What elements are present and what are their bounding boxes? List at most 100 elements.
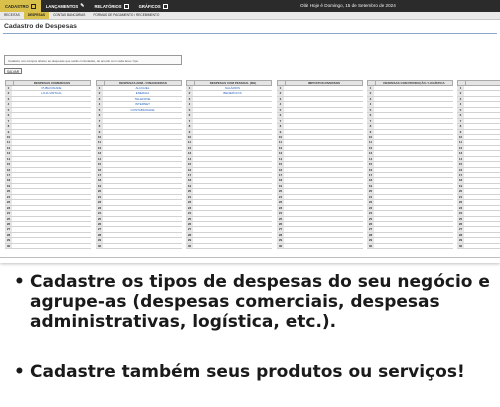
expense-cell[interactable] [464, 195, 500, 199]
expense-cell[interactable] [103, 206, 182, 210]
expense-cell[interactable]: BENEFÍCIOS [193, 91, 272, 95]
expense-cell[interactable]: LOJA VIRTUAL [12, 91, 91, 95]
expense-cell[interactable]: SALÁRIOS [193, 86, 272, 90]
menu-graficos[interactable]: GRÁFICOS [134, 0, 173, 12]
expense-cell[interactable] [193, 189, 272, 193]
expense-cell[interactable] [464, 233, 500, 237]
expense-cell[interactable] [12, 146, 91, 150]
expense-cell[interactable] [284, 217, 363, 221]
expense-cell[interactable] [374, 211, 453, 215]
expense-cell[interactable] [193, 162, 272, 166]
expense-cell[interactable] [374, 206, 453, 210]
expense-cell[interactable] [193, 135, 272, 139]
expense-cell[interactable] [464, 140, 500, 144]
expense-cell[interactable] [464, 238, 500, 242]
expense-cell[interactable] [12, 108, 91, 112]
expense-cell[interactable] [374, 102, 453, 106]
expense-cell[interactable] [12, 113, 91, 117]
expense-cell[interactable]: ENERGIA [103, 91, 182, 95]
expense-cell[interactable] [374, 233, 453, 237]
expense-cell[interactable] [12, 233, 91, 237]
expense-cell[interactable] [374, 97, 453, 101]
expense-cell[interactable] [12, 140, 91, 144]
expense-cell[interactable] [284, 200, 363, 204]
tab-contas-bancarias[interactable]: CONTAS BANCÁRIAS [49, 12, 89, 19]
expense-cell[interactable] [193, 157, 272, 161]
expense-cell[interactable] [12, 195, 91, 199]
expense-cell[interactable]: PUBLICIDADE [12, 86, 91, 90]
expense-cell[interactable] [193, 222, 272, 226]
expense-cell[interactable] [374, 244, 453, 248]
expense-cell[interactable] [464, 124, 500, 128]
expense-cell[interactable] [12, 151, 91, 155]
expense-cell[interactable] [284, 162, 363, 166]
expense-cell[interactable] [374, 113, 453, 117]
menu-cadastro[interactable]: CADASTRO [0, 0, 41, 12]
expense-cell[interactable] [12, 200, 91, 204]
expense-cell[interactable] [103, 233, 182, 237]
expense-cell[interactable] [12, 124, 91, 128]
expense-cell[interactable] [193, 233, 272, 237]
expense-cell[interactable] [374, 146, 453, 150]
expense-cell[interactable] [284, 184, 363, 188]
expense-cell[interactable] [103, 200, 182, 204]
expense-cell[interactable] [284, 146, 363, 150]
expense-cell[interactable] [374, 124, 453, 128]
expense-cell[interactable] [374, 108, 453, 112]
expense-cell[interactable] [374, 227, 453, 231]
expense-cell[interactable] [103, 146, 182, 150]
expense-cell[interactable] [12, 178, 91, 182]
expense-cell[interactable] [103, 151, 182, 155]
expense-cell[interactable] [193, 108, 272, 112]
expense-cell[interactable] [464, 119, 500, 123]
expense-cell[interactable] [12, 211, 91, 215]
expense-cell[interactable] [12, 227, 91, 231]
expense-cell[interactable] [103, 217, 182, 221]
expense-cell[interactable] [284, 108, 363, 112]
expense-cell[interactable] [284, 238, 363, 242]
expense-cell[interactable] [284, 130, 363, 134]
expense-cell[interactable]: TELEFONE [103, 97, 182, 101]
expense-cell[interactable] [12, 217, 91, 221]
expense-cell[interactable] [374, 222, 453, 226]
expense-cell[interactable] [193, 217, 272, 221]
expense-cell[interactable] [284, 102, 363, 106]
expense-cell[interactable] [464, 91, 500, 95]
expense-cell[interactable] [193, 244, 272, 248]
expense-cell[interactable] [374, 151, 453, 155]
expense-cell[interactable] [464, 222, 500, 226]
expense-cell[interactable] [103, 184, 182, 188]
expense-cell[interactable] [464, 189, 500, 193]
expense-cell[interactable] [284, 173, 363, 177]
expense-cell[interactable] [284, 113, 363, 117]
expense-cell[interactable] [374, 178, 453, 182]
expense-cell[interactable] [103, 173, 182, 177]
expense-cell[interactable] [464, 102, 500, 106]
menu-relatorios[interactable]: RELATÓRIOS [89, 0, 133, 12]
expense-cell[interactable] [193, 238, 272, 242]
expense-cell[interactable] [374, 130, 453, 134]
expense-cell[interactable] [464, 157, 500, 161]
expense-cell[interactable] [374, 238, 453, 242]
expense-cell[interactable] [284, 195, 363, 199]
expense-cell[interactable] [193, 151, 272, 155]
expense-cell[interactable] [193, 113, 272, 117]
expense-cell[interactable] [12, 244, 91, 248]
expense-cell[interactable] [193, 200, 272, 204]
expense-cell[interactable] [374, 162, 453, 166]
expense-cell[interactable] [193, 211, 272, 215]
expense-cell[interactable] [464, 217, 500, 221]
expense-cell[interactable] [103, 211, 182, 215]
expense-cell[interactable] [284, 86, 363, 90]
expense-cell[interactable] [284, 119, 363, 123]
expense-cell[interactable] [284, 189, 363, 193]
expense-cell[interactable] [12, 238, 91, 242]
expense-cell[interactable] [284, 233, 363, 237]
expense-cell[interactable] [464, 211, 500, 215]
expense-cell[interactable] [284, 91, 363, 95]
expense-cell[interactable] [12, 189, 91, 193]
expense-cell[interactable] [284, 135, 363, 139]
expense-cell[interactable] [12, 173, 91, 177]
expense-cell[interactable] [284, 178, 363, 182]
expense-cell[interactable] [464, 173, 500, 177]
